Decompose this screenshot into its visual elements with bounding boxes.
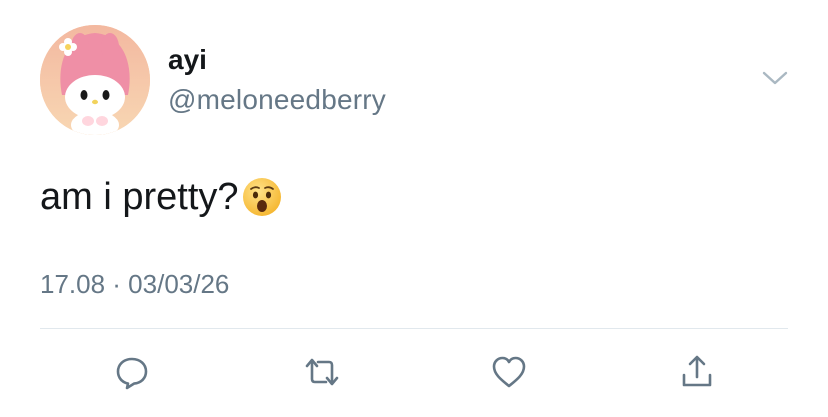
tweet-card: ayi @meloneedberry am i pretty? 17.08 · … bbox=[0, 0, 828, 417]
display-name[interactable]: ayi bbox=[168, 44, 207, 76]
share-button[interactable] bbox=[675, 350, 719, 394]
avatar[interactable] bbox=[40, 25, 150, 135]
share-icon bbox=[682, 355, 712, 387]
divider bbox=[40, 328, 788, 329]
avatar-image bbox=[40, 25, 150, 135]
reply-icon bbox=[116, 357, 148, 390]
retweet-icon bbox=[305, 358, 339, 386]
astonished-face-emoji bbox=[241, 176, 283, 218]
retweet-button[interactable] bbox=[300, 350, 344, 394]
like-button[interactable] bbox=[487, 350, 531, 394]
tweet-text: am i pretty? bbox=[40, 174, 283, 220]
chevron-down-icon[interactable] bbox=[760, 66, 790, 90]
handle[interactable]: @meloneedberry bbox=[168, 84, 386, 116]
like-icon bbox=[492, 356, 526, 388]
timestamp[interactable]: 17.08 · 03/03/26 bbox=[40, 268, 229, 300]
tweet-text-content: am i pretty? bbox=[40, 176, 239, 218]
reply-button[interactable] bbox=[110, 350, 154, 394]
